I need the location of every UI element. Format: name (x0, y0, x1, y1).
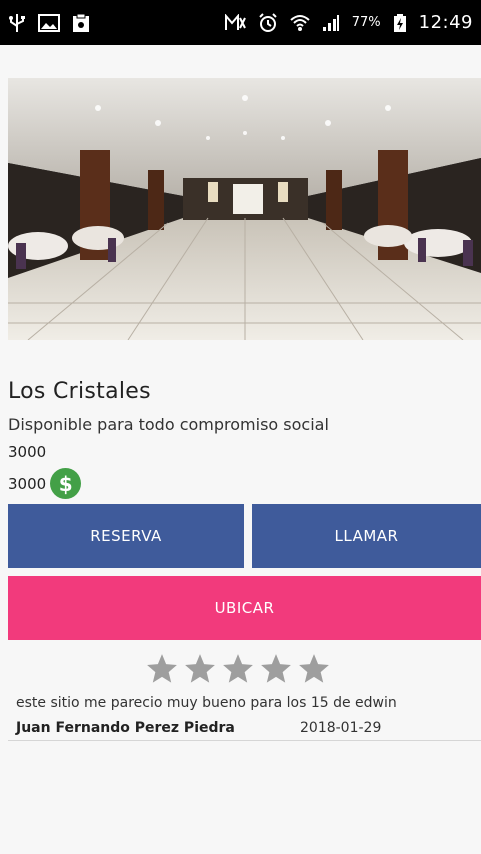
image-icon (38, 13, 60, 32)
venue-price: 3000 (8, 474, 47, 493)
review-text: este sitio me parecio muy bueno para los… (16, 695, 397, 711)
dollar-icon: $ (50, 468, 82, 499)
signal-icon (322, 14, 340, 32)
venue-name: Los Cristales (8, 379, 151, 404)
venue-price-row: 3000 $ (8, 468, 82, 499)
review-author: Juan Fernando Perez Piedra (16, 720, 235, 736)
llamar-button[interactable]: LLAMAR (252, 504, 481, 568)
venue-capacity: 3000 (8, 443, 47, 461)
review-date: 2018-01-29 (300, 720, 382, 736)
usb-icon (8, 13, 26, 33)
reserva-button[interactable]: RESERVA (8, 504, 244, 568)
battery-percent: 77% (351, 15, 381, 30)
star-icon[interactable] (145, 652, 179, 686)
rating-stars[interactable] (145, 652, 331, 686)
venue-photo (8, 78, 481, 340)
clock: 12:49 (418, 12, 473, 33)
status-bar-system: 77% 12:49 (224, 12, 473, 33)
mute-icon (224, 13, 246, 32)
star-icon[interactable] (259, 652, 293, 686)
review-divider (8, 740, 481, 741)
star-icon[interactable] (297, 652, 331, 686)
clipboard-icon (72, 13, 90, 33)
venue-description: Disponible para todo compromiso social (8, 415, 329, 434)
ubicar-button[interactable]: UBICAR (8, 576, 481, 640)
alarm-icon (258, 12, 278, 33)
wifi-icon (290, 14, 310, 32)
status-bar: 77% 12:49 (0, 0, 481, 45)
status-bar-notifications (8, 13, 90, 33)
star-icon[interactable] (221, 652, 255, 686)
battery-charging-icon (393, 13, 407, 33)
star-icon[interactable] (183, 652, 217, 686)
